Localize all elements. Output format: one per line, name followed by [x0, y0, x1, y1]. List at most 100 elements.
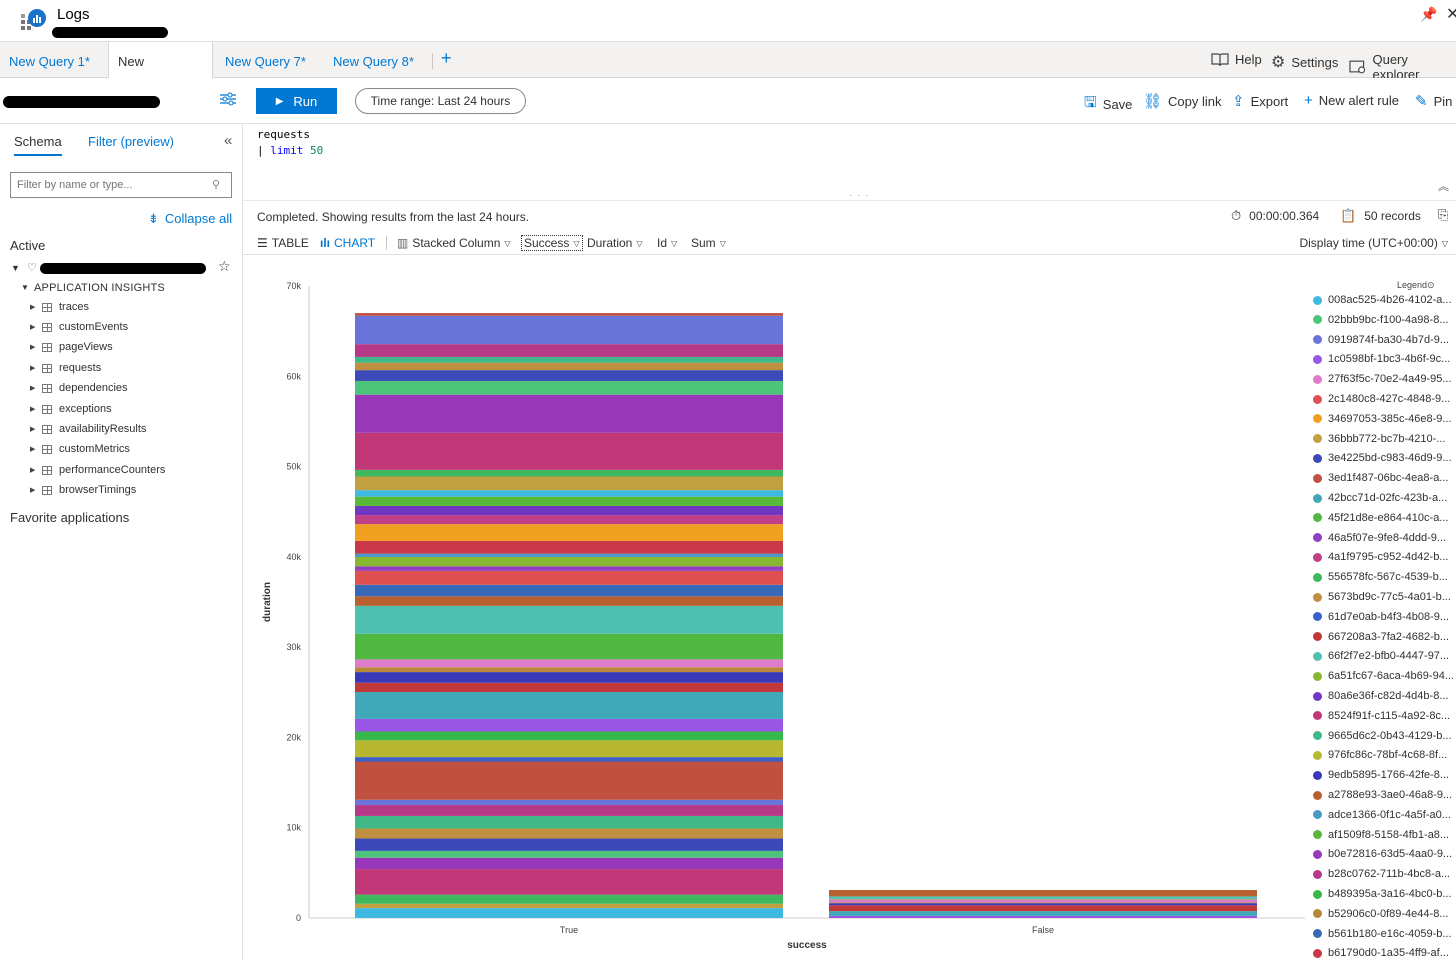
caret-right-icon[interactable]: ▶ [30, 343, 42, 351]
table-icon [42, 444, 52, 454]
caret-right-icon[interactable]: ▶ [30, 445, 42, 453]
caret-right-icon[interactable]: ▶ [30, 323, 42, 331]
legend-swatch [1313, 335, 1322, 345]
caret-right-icon[interactable]: ▶ [30, 303, 42, 311]
legend-item[interactable]: b561b180-e16c-4059-b... [1313, 924, 1456, 944]
help-button[interactable]: Help [1211, 52, 1262, 67]
legend-item[interactable]: 9edb5895-1766-42fe-8... [1313, 765, 1456, 785]
legend-item[interactable]: 02bbb9bc-f100-4a98-8... [1313, 310, 1456, 330]
legend-item[interactable]: 61d7e0ab-b4f3-4b08-9... [1313, 607, 1456, 627]
copy-results-icon[interactable]: ⎘ [1438, 207, 1448, 223]
tab-new-query-7[interactable]: New Query 7* [225, 42, 306, 78]
scope-settings-icon[interactable] [220, 92, 236, 106]
collapse-panel-icon[interactable]: « [224, 132, 232, 149]
legend-item[interactable]: 6a51fc67-6aca-4b69-94... [1313, 666, 1456, 686]
caret-right-icon[interactable]: ▶ [30, 364, 42, 372]
legend-item[interactable]: 66f2f7e2-bfb0-4447-97... [1313, 646, 1456, 666]
aggregation-dropdown[interactable]: Sum ▽ [691, 236, 726, 250]
legend-label: 6a51fc67-6aca-4b69-94... [1328, 670, 1454, 683]
legend-item[interactable]: 667208a3-7fa2-4682-b... [1313, 627, 1456, 647]
active-section-label: Active [10, 238, 46, 253]
table-item-dependencies[interactable]: ▶ dependencies [30, 379, 128, 397]
table-item-exceptions[interactable]: ▶ exceptions [30, 400, 112, 418]
caret-down-icon[interactable]: ▼ [21, 283, 29, 292]
table-item-availabilityresults[interactable]: ▶ availabilityResults [30, 420, 146, 438]
legend-item[interactable]: 008ac525-4b26-4102-a... [1313, 290, 1456, 310]
chart-type-dropdown[interactable]: ▥ Stacked Column ▽ [397, 236, 511, 250]
legend-item[interactable]: 36bbb772-bc7b-4210-... [1313, 429, 1456, 449]
schema-filter-input[interactable] [10, 172, 232, 198]
caret-right-icon[interactable]: ▶ [30, 384, 42, 392]
caret-right-icon[interactable]: ▶ [30, 425, 42, 433]
tab-new-query-active[interactable]: New Query...*✕ [108, 42, 213, 110]
display-time-dropdown[interactable]: Display time (UTC+00:00) ▽ [1299, 236, 1448, 250]
legend-item[interactable]: 3e4225bd-c983-46d9-9... [1313, 448, 1456, 468]
legend-item[interactable]: 42bcc71d-02fc-423b-a... [1313, 488, 1456, 508]
legend-item[interactable]: a2788e93-3ae0-46a8-9... [1313, 785, 1456, 805]
legend-item[interactable]: b52906c0-0f89-4e44-8... [1313, 904, 1456, 924]
legend-item[interactable]: 4a1f9795-c952-4d42-b... [1313, 547, 1456, 567]
legend-item[interactable]: 27f63f5c-70e2-4a49-95... [1313, 369, 1456, 389]
legend-item[interactable]: 80a6e36f-c82d-4d4b-8... [1313, 686, 1456, 706]
x-axis-dropdown[interactable]: Success ▽ [521, 235, 583, 251]
new-alert-rule-button[interactable]: + New alert rule [1304, 92, 1399, 109]
table-item-browsertimings[interactable]: ▶ browserTimings [30, 481, 136, 499]
legend-item[interactable]: 34697053-385c-46e8-9... [1313, 409, 1456, 429]
pin-button[interactable]: ✎ Pin [1415, 92, 1452, 110]
legend-item[interactable]: b28c0762-711b-4bc8-a... [1313, 864, 1456, 884]
export-button[interactable]: ⇪ Export [1232, 92, 1288, 110]
table-item-customevents[interactable]: ▶ customEvents [30, 318, 128, 336]
legend-item[interactable]: 2c1480c8-427c-4848-9... [1313, 389, 1456, 409]
y-axis-dropdown[interactable]: Duration ▽ [587, 236, 643, 250]
run-button[interactable]: ▶ Run [256, 88, 337, 114]
legend-item[interactable]: 45f21d8e-e864-410c-a... [1313, 508, 1456, 528]
table-item-pageviews[interactable]: ▶ pageViews [30, 338, 113, 356]
pin-blade-icon[interactable]: 📌 [1420, 6, 1437, 23]
chevron-up-icon[interactable]: ︽ [1438, 178, 1449, 194]
legend-item[interactable]: 46a5f07e-9fe8-4ddd-9... [1313, 528, 1456, 548]
legend-item[interactable]: 8524f91f-c115-4a92-8c... [1313, 706, 1456, 726]
add-tab-icon[interactable]: + [441, 48, 452, 69]
legend-item[interactable]: 9665d6c2-0b43-4129-b... [1313, 726, 1456, 746]
legend-item[interactable]: 3ed1f487-06bc-4ea8-a... [1313, 468, 1456, 488]
tab-schema[interactable]: Schema [14, 134, 62, 156]
view-chart-button[interactable]: ılı CHART [320, 236, 375, 250]
table-item-performancecounters[interactable]: ▶ performanceCounters [30, 461, 165, 479]
collapse-all-button[interactable]: ⇟ Collapse all [148, 211, 232, 227]
caret-right-icon[interactable]: ▶ [30, 486, 42, 494]
code-line-1[interactable]: requests [257, 128, 310, 141]
legend-item[interactable]: b0e72816-63d5-4aa0-9... [1313, 844, 1456, 864]
legend-item[interactable]: 5673bd9c-77c5-4a01-b... [1313, 587, 1456, 607]
legend-item[interactable]: 976fc86c-78bf-4c68-8f... [1313, 745, 1456, 765]
table-item-custommetrics[interactable]: ▶ customMetrics [30, 440, 130, 458]
settings-button[interactable]: ⚙ Settings [1271, 52, 1338, 72]
legend-item[interactable]: b489395a-3a16-4bc0-b... [1313, 884, 1456, 904]
tab-new-query-8[interactable]: New Query 8* [333, 42, 414, 78]
star-icon[interactable]: ☆ [218, 258, 231, 275]
time-range-picker[interactable]: Time range: Last 24 hours [355, 88, 526, 114]
editor-resize-handle[interactable]: · · · [849, 190, 870, 201]
split-by-dropdown[interactable]: Id ▽ [657, 236, 677, 250]
close-icon[interactable]: ✕ [1446, 4, 1456, 24]
code-line-2[interactable]: | limit 50 [257, 144, 323, 157]
legend-item[interactable]: af1509f8-5158-4fb1-a8... [1313, 825, 1456, 845]
query-explorer-icon [1349, 60, 1366, 74]
save-button[interactable]: 🖫 Save [1084, 92, 1132, 117]
copy-link-button[interactable]: ⛓ Copy link [1143, 92, 1222, 110]
caret-down-icon[interactable]: ▼ [11, 263, 20, 273]
table-item-traces[interactable]: ▶ traces [30, 298, 89, 316]
legend-item[interactable]: b61790d0-1a35-4ff9-af... [1313, 943, 1456, 960]
view-table-button[interactable]: ☰ TABLE [257, 236, 309, 250]
tab-new-query-1[interactable]: New Query 1* [9, 42, 90, 78]
table-item-requests[interactable]: ▶ requests [30, 359, 101, 377]
tab-filter-preview[interactable]: Filter (preview) [88, 134, 174, 149]
caret-right-icon[interactable]: ▶ [30, 405, 42, 413]
legend-swatch [1313, 830, 1322, 840]
legend-item[interactable]: 1c0598bf-1bc3-4b6f-9c... [1313, 349, 1456, 369]
legend-item[interactable]: 0919874f-ba30-4b7d-9... [1313, 330, 1456, 350]
legend-item[interactable]: 556578fc-567c-4539-b... [1313, 567, 1456, 587]
legend-item[interactable]: adce1366-0f1c-4a5f-a0... [1313, 805, 1456, 825]
caret-right-icon[interactable]: ▶ [30, 466, 42, 474]
split-by-label: Id [657, 236, 668, 250]
table-name: traces [59, 301, 89, 313]
